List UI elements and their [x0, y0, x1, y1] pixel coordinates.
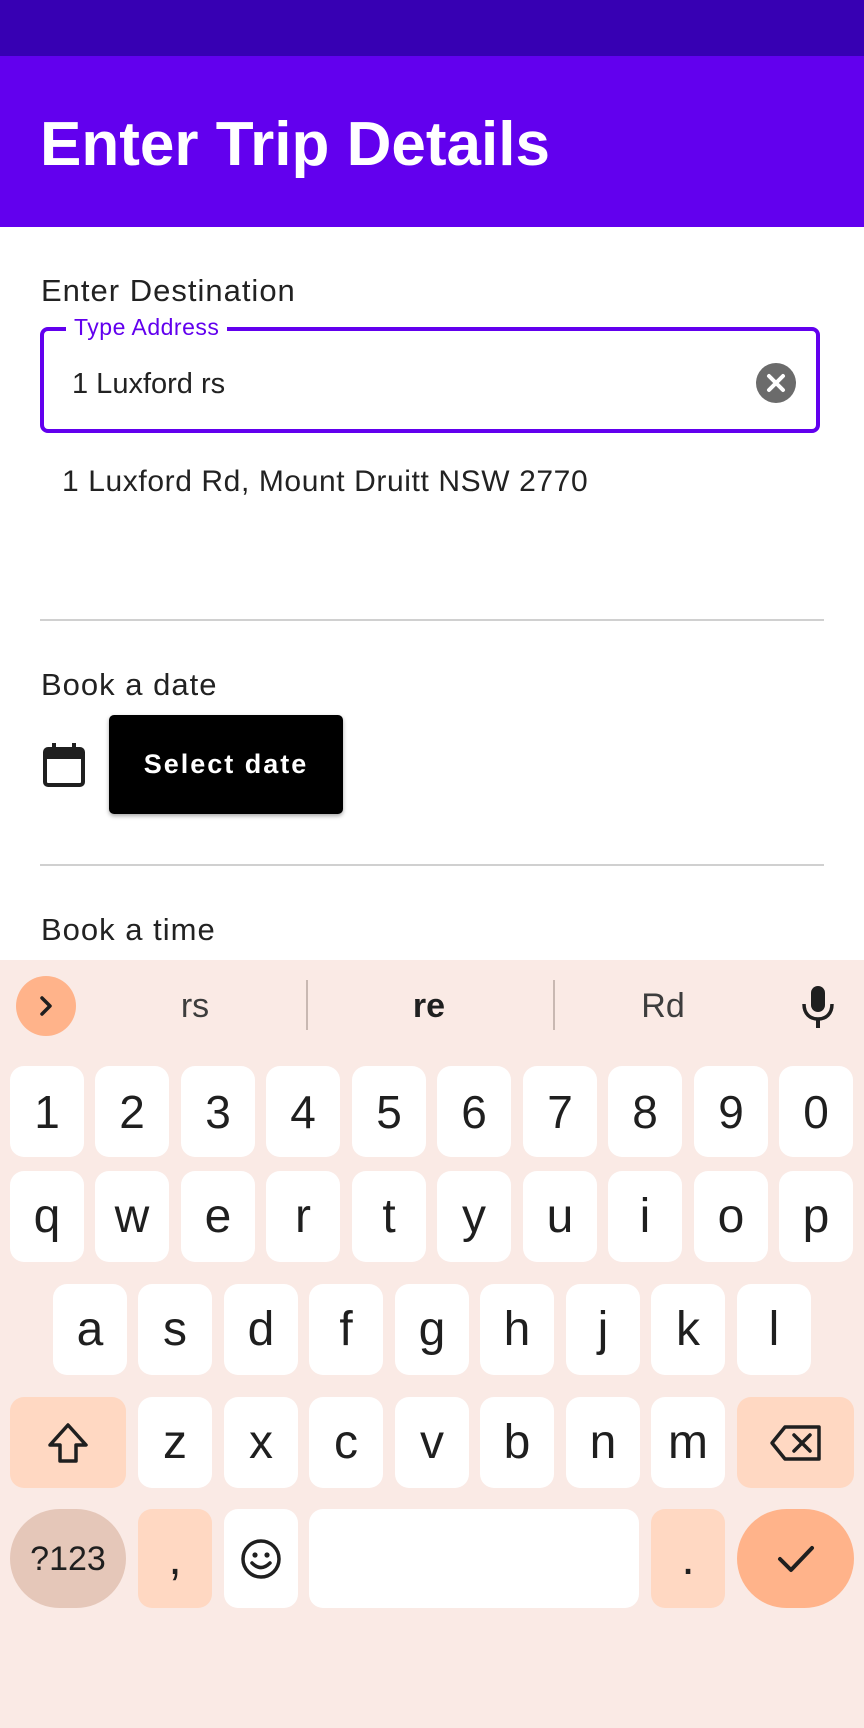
suggestion-chip[interactable]: rs	[125, 982, 265, 1030]
divider	[40, 864, 824, 866]
shift-icon[interactable]	[10, 1397, 126, 1488]
status-bar	[0, 0, 864, 56]
key-i[interactable]: i	[608, 1171, 682, 1262]
divider	[40, 619, 824, 621]
clear-icon[interactable]	[756, 363, 796, 403]
emoji-icon[interactable]	[224, 1509, 298, 1608]
key-4[interactable]: 4	[266, 1066, 340, 1157]
key-a[interactable]: a	[53, 1284, 127, 1375]
page-title: Enter Trip Details	[40, 110, 550, 179]
address-field-label: Type Address	[66, 312, 228, 342]
suggestion-divider	[306, 980, 308, 1030]
checkmark-icon[interactable]	[737, 1509, 854, 1608]
key-r[interactable]: r	[266, 1171, 340, 1262]
backspace-icon[interactable]	[737, 1397, 854, 1488]
key-x[interactable]: x	[224, 1397, 298, 1488]
key-m[interactable]: m	[651, 1397, 725, 1488]
comma-key[interactable]: ,	[138, 1509, 212, 1608]
key-p[interactable]: p	[779, 1171, 853, 1262]
space-key[interactable]	[309, 1509, 639, 1608]
period-key[interactable]: .	[651, 1509, 725, 1608]
key-q[interactable]: q	[10, 1171, 84, 1262]
key-d[interactable]: d	[224, 1284, 298, 1375]
key-g[interactable]: g	[395, 1284, 469, 1375]
microphone-icon[interactable]	[796, 982, 840, 1032]
key-z[interactable]: z	[138, 1397, 212, 1488]
key-5[interactable]: 5	[352, 1066, 426, 1157]
key-6[interactable]: 6	[437, 1066, 511, 1157]
key-t[interactable]: t	[352, 1171, 426, 1262]
symbols-key[interactable]: ?123	[10, 1509, 126, 1608]
key-f[interactable]: f	[309, 1284, 383, 1375]
key-s[interactable]: s	[138, 1284, 212, 1375]
select-date-button[interactable]: Select date	[109, 715, 343, 814]
key-v[interactable]: v	[395, 1397, 469, 1488]
key-8[interactable]: 8	[608, 1066, 682, 1157]
key-h[interactable]: h	[480, 1284, 554, 1375]
key-c[interactable]: c	[309, 1397, 383, 1488]
key-3[interactable]: 3	[181, 1066, 255, 1157]
key-7[interactable]: 7	[523, 1066, 597, 1157]
time-section-label: Book a time	[41, 912, 216, 947]
suggestion-chip[interactable]: re	[359, 982, 499, 1030]
key-0[interactable]: 0	[779, 1066, 853, 1157]
address-input[interactable]	[72, 364, 732, 404]
key-n[interactable]: n	[566, 1397, 640, 1488]
date-section-label: Book a date	[41, 667, 218, 702]
key-9[interactable]: 9	[694, 1066, 768, 1157]
key-w[interactable]: w	[95, 1171, 169, 1262]
key-1[interactable]: 1	[10, 1066, 84, 1157]
calendar-icon	[42, 742, 86, 788]
key-j[interactable]: j	[566, 1284, 640, 1375]
key-u[interactable]: u	[523, 1171, 597, 1262]
key-o[interactable]: o	[694, 1171, 768, 1262]
key-b[interactable]: b	[480, 1397, 554, 1488]
address-suggestion[interactable]: 1 Luxford Rd, Mount Druitt NSW 2770	[62, 462, 588, 502]
suggestion-divider	[553, 980, 555, 1030]
suggestion-chip[interactable]: Rd	[593, 982, 733, 1030]
destination-section-label: Enter Destination	[41, 273, 296, 308]
key-k[interactable]: k	[651, 1284, 725, 1375]
key-y[interactable]: y	[437, 1171, 511, 1262]
key-e[interactable]: e	[181, 1171, 255, 1262]
chevron-right-icon[interactable]	[16, 976, 76, 1036]
key-l[interactable]: l	[737, 1284, 811, 1375]
key-2[interactable]: 2	[95, 1066, 169, 1157]
keyboard: rs re Rd 1 2 3 4 5 6 7 8 9 0 q w e r t y…	[0, 960, 864, 1728]
